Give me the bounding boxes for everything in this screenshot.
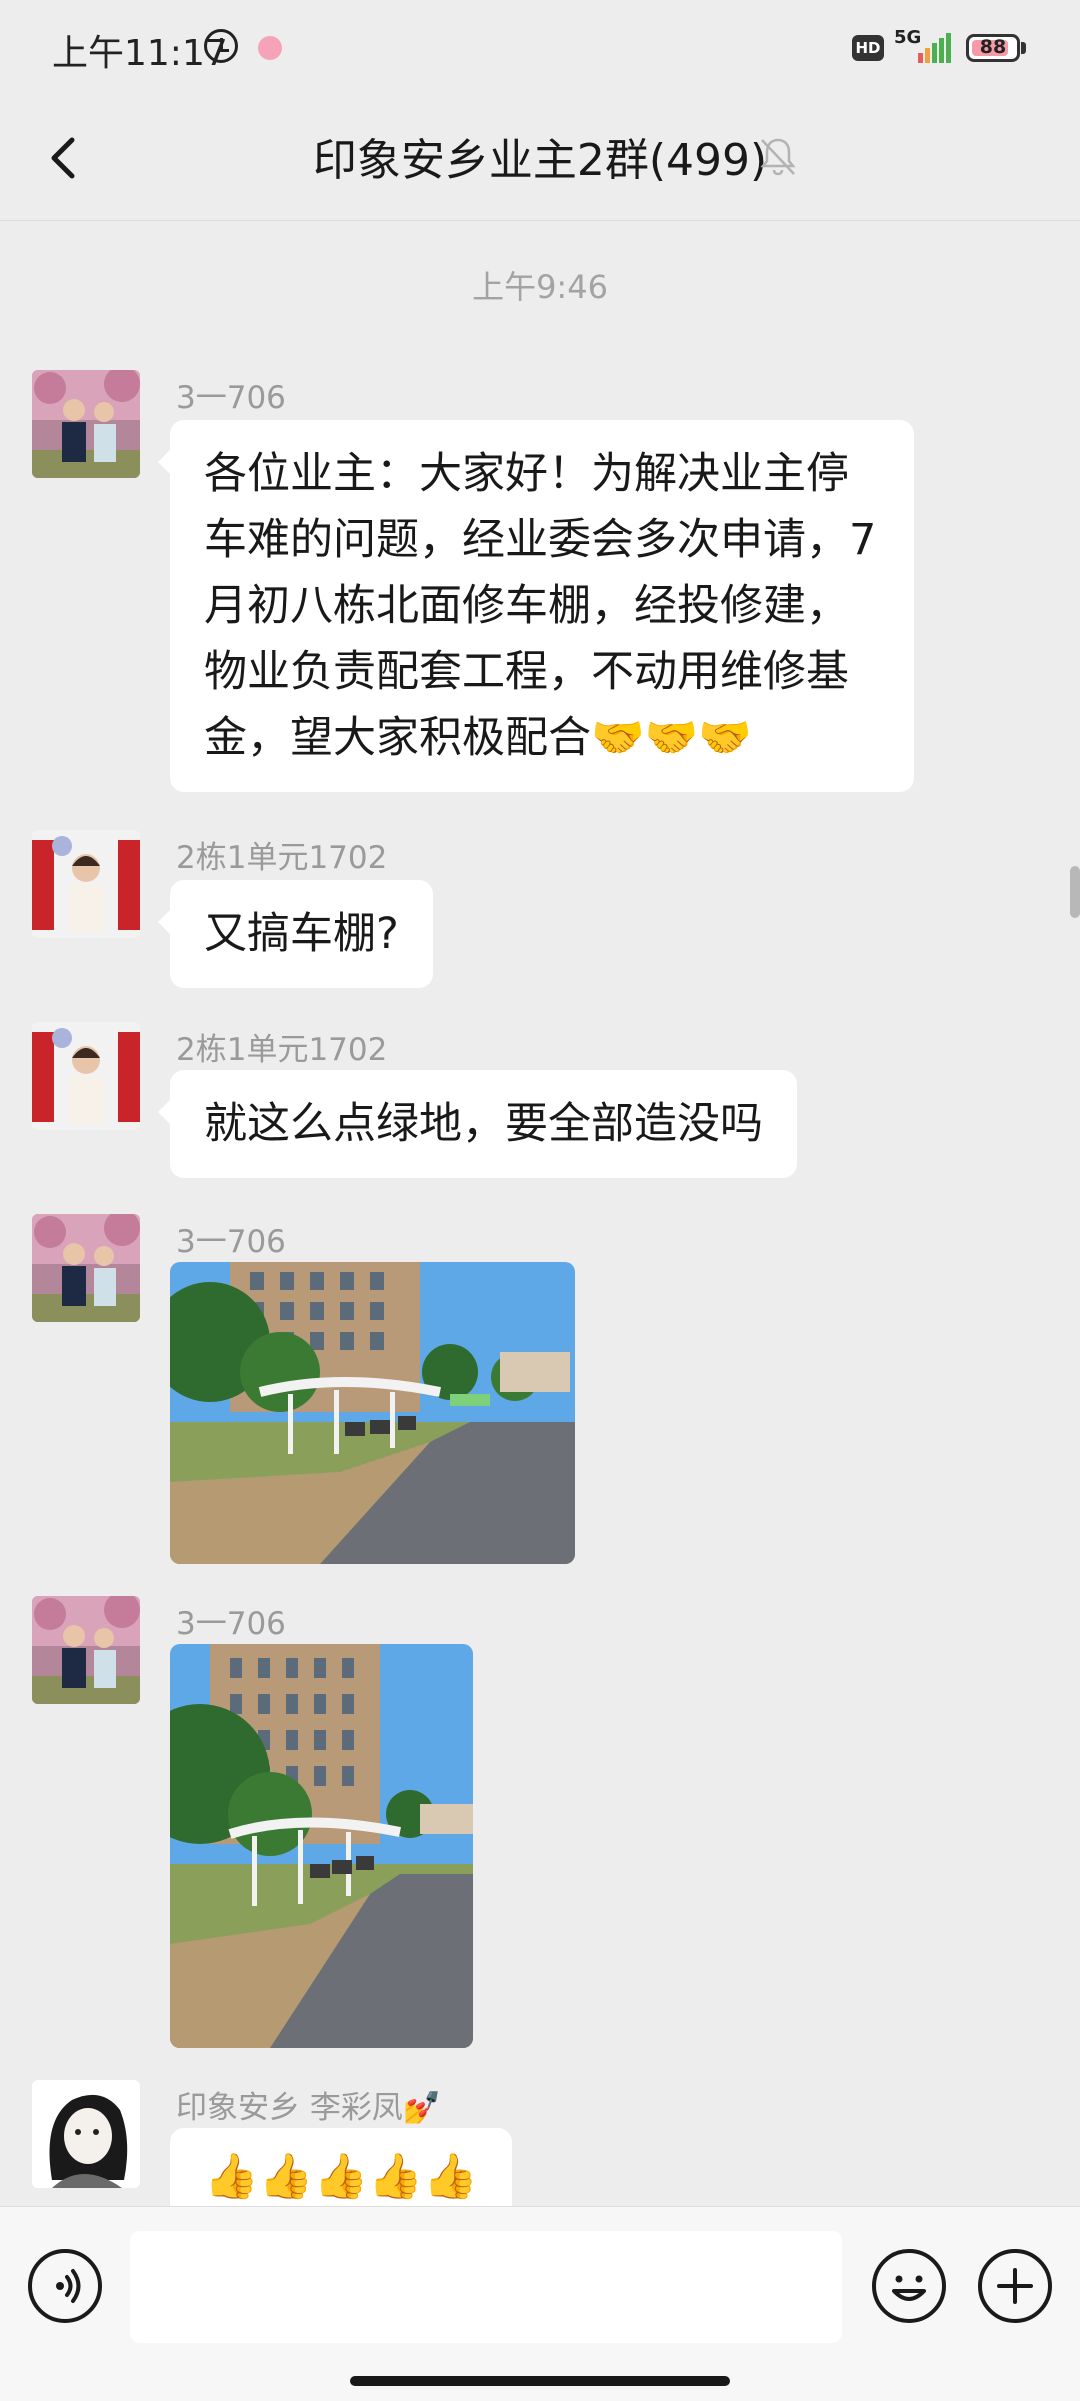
sender-name: 2栋1单元1702 (176, 840, 388, 876)
message-bubble[interactable]: 👍👍👍👍👍 (170, 2128, 512, 2206)
alarm-clock-icon (204, 29, 238, 63)
voice-icon (56, 2282, 64, 2290)
sender-name: 印象安乡 李彩凤💅 (176, 2090, 442, 2126)
message-text: 👍👍👍👍👍 (204, 2151, 478, 2202)
photo-message[interactable] (170, 1262, 575, 1564)
avatar[interactable] (32, 1596, 140, 1704)
hd-icon: HD (852, 35, 884, 61)
signal-strength-icon (918, 33, 951, 63)
message-input[interactable] (130, 2231, 842, 2343)
message-bubble[interactable]: 各位业主：大家好！为解决业主停车难的问题，经业委会多次申请，7月初八栋北面修车棚… (158, 420, 914, 792)
input-bar (0, 2206, 1080, 2401)
notification-icon (258, 36, 282, 60)
avatar[interactable] (32, 1022, 140, 1130)
battery-percent: 88 (979, 36, 1007, 58)
home-indicator[interactable] (350, 2376, 730, 2386)
message-text: 就这么点绿地，要全部造没吗 (204, 1099, 763, 1149)
emoji-button[interactable] (872, 2249, 946, 2323)
photo-message[interactable] (170, 1644, 473, 2048)
message-text: 各位业主：大家好！为解决业主停车难的问题，经业委会多次申请，7月初八栋北面修车棚… (204, 449, 877, 763)
battery-tip (1021, 42, 1026, 54)
message-text: 又搞车棚? (204, 909, 399, 959)
sender-name: 3一706 (176, 380, 286, 416)
bell-off-icon (760, 138, 796, 176)
avatar[interactable] (32, 370, 140, 478)
scrollbar-thumb[interactable] (1070, 866, 1080, 918)
sender-name: 3一706 (176, 1224, 286, 1260)
chat-header: 印象安乡业主2群(499) (0, 96, 1080, 221)
status-time: 上午11:17 (52, 33, 228, 74)
status-bar: 上午11:17 HD 5G 88 (0, 0, 1080, 96)
emoji-icon (892, 2275, 926, 2301)
plus-icon (997, 2268, 1033, 2304)
message-bubble[interactable]: 又搞车棚? (158, 880, 433, 988)
plus-button[interactable] (978, 2249, 1052, 2323)
message-timestamp: 上午9:46 (472, 268, 608, 306)
avatar[interactable] (32, 830, 140, 938)
chat-title[interactable]: 印象安乡业主2群(499) (0, 124, 1080, 188)
voice-button[interactable] (28, 2249, 102, 2323)
sender-name: 2栋1单元1702 (176, 1032, 388, 1068)
sender-name: 3一706 (176, 1606, 286, 1642)
avatar[interactable] (32, 2080, 140, 2188)
avatar[interactable] (32, 1214, 140, 1322)
message-bubble[interactable]: 就这么点绿地，要全部造没吗 (158, 1070, 797, 1178)
battery-icon: 88 (966, 34, 1020, 62)
